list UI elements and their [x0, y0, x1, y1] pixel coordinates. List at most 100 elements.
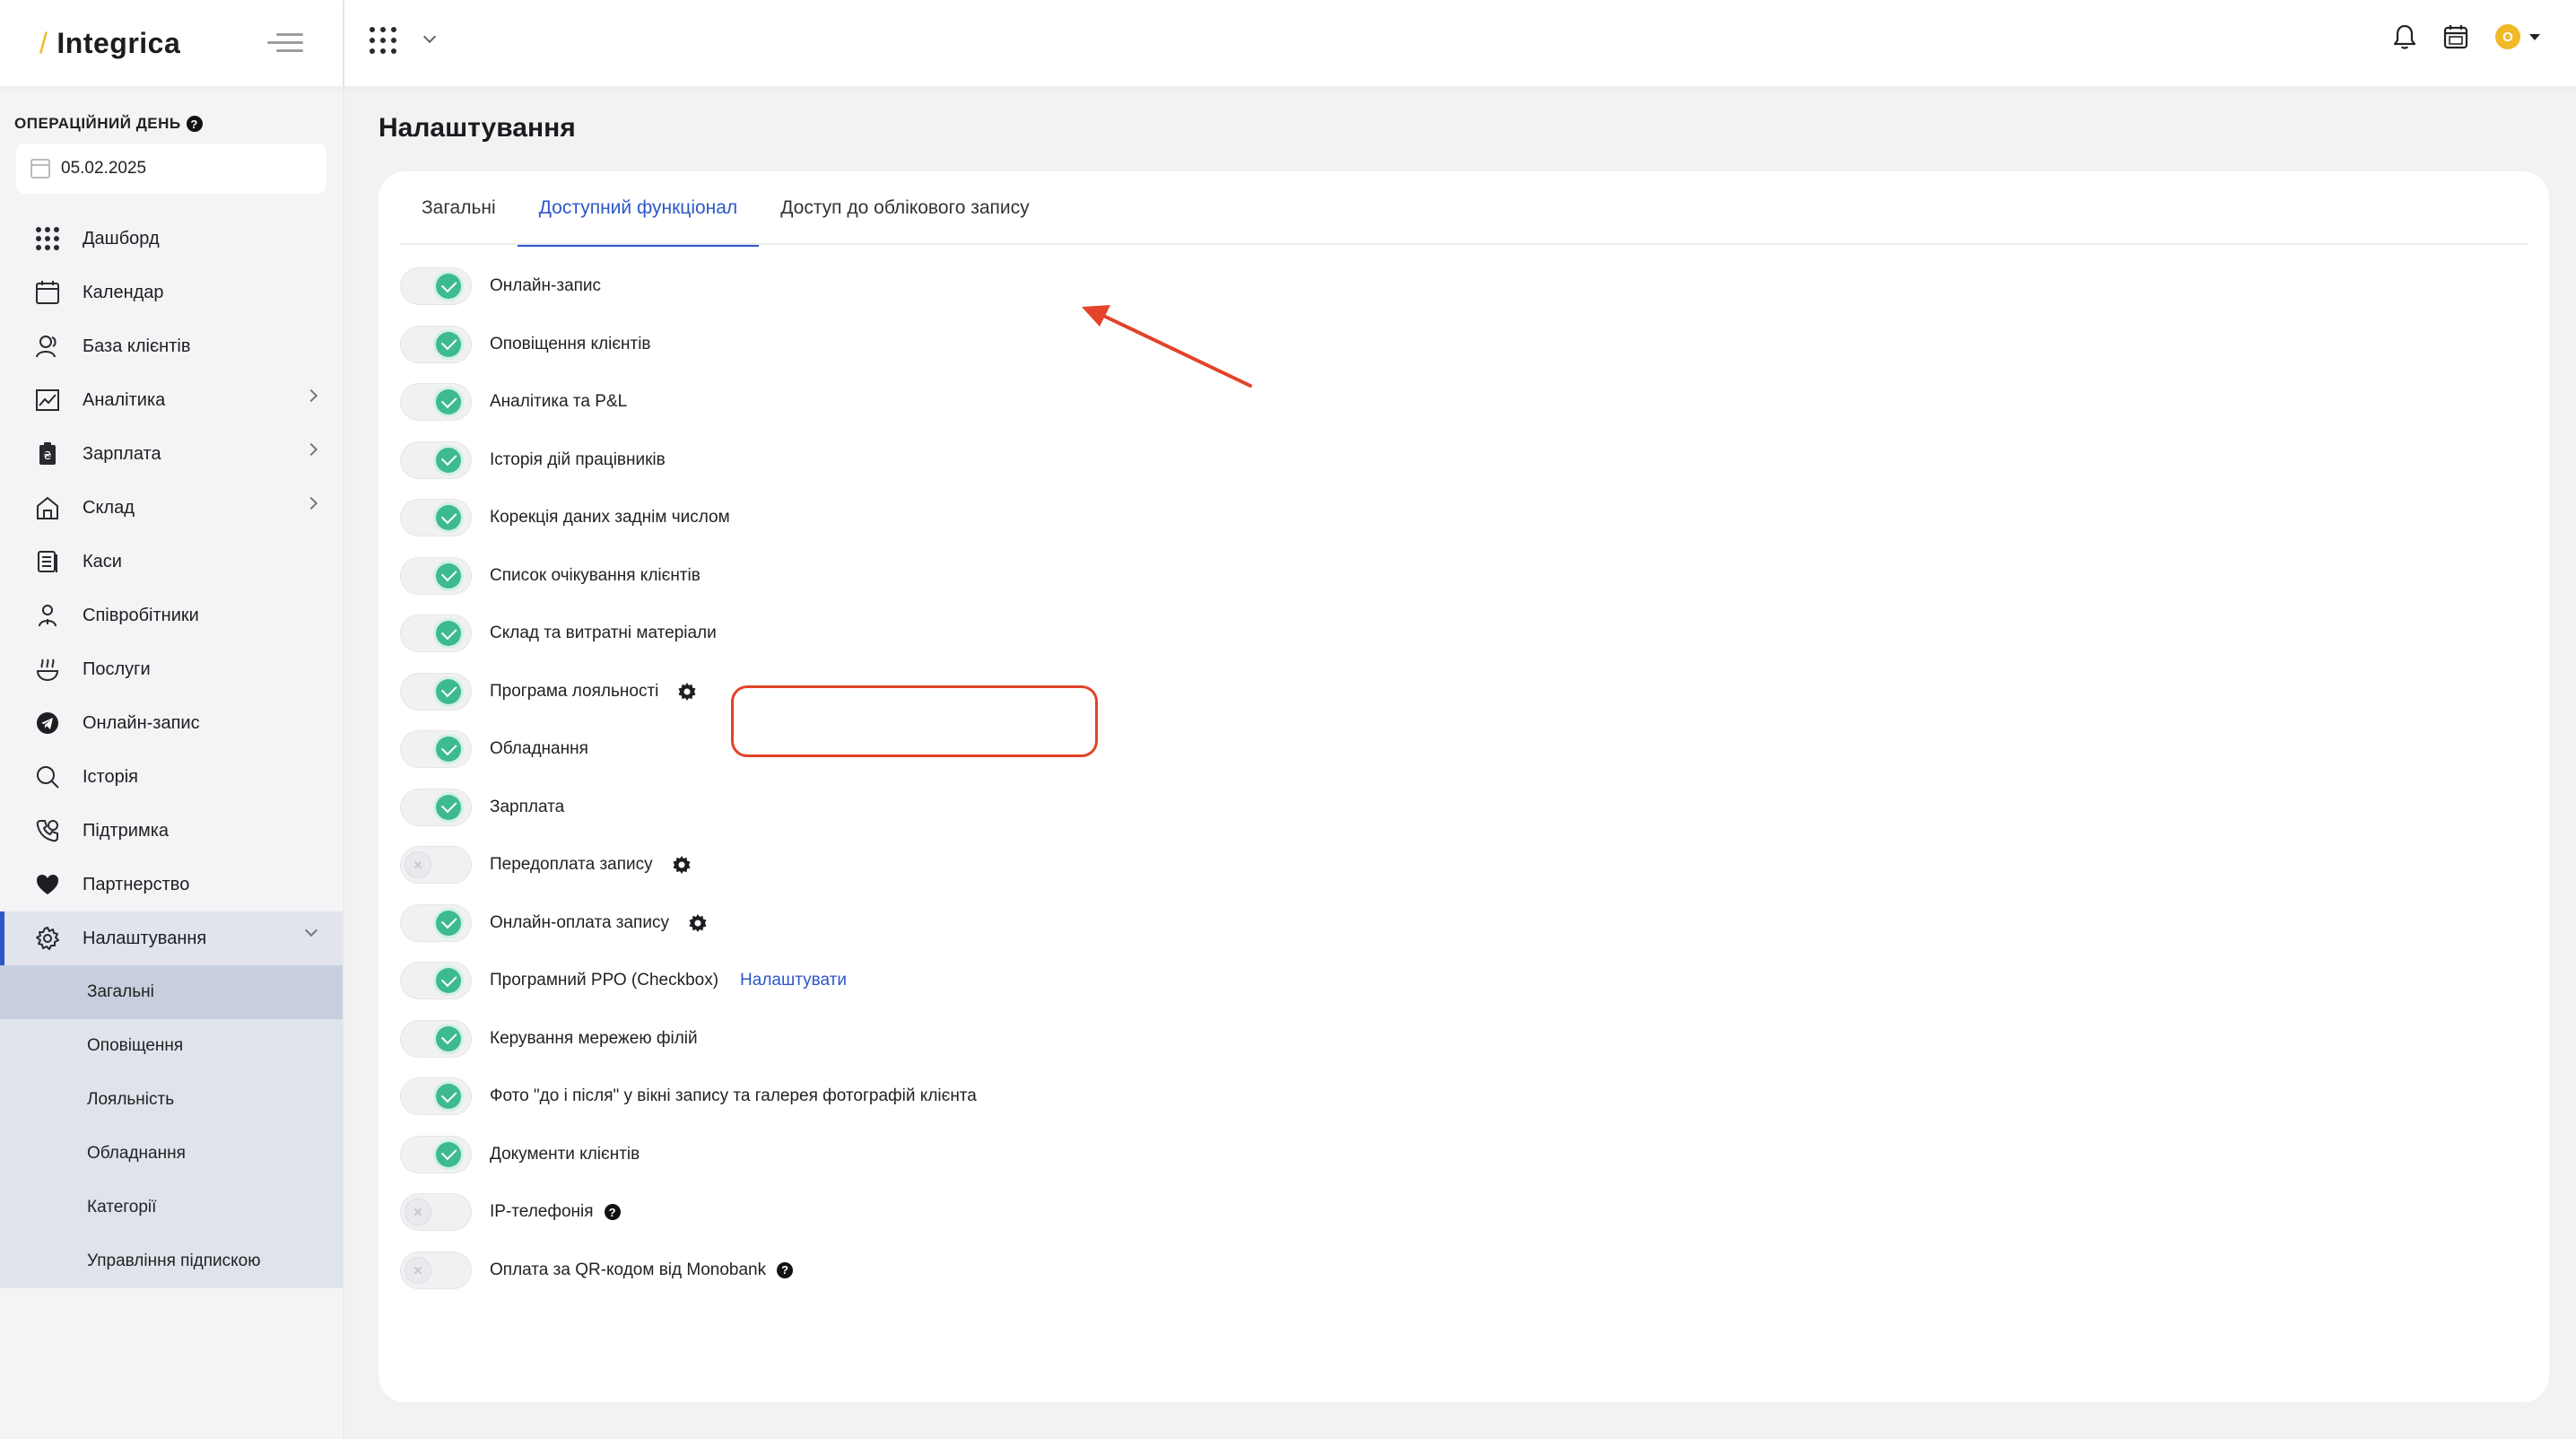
chevron-right-icon — [304, 496, 318, 510]
feature-row: Оплата за QR-кодом від Monobank? — [400, 1242, 977, 1300]
help-icon[interactable]: ? — [604, 1204, 621, 1221]
caret-down-icon[interactable] — [2529, 33, 2540, 40]
bell-icon[interactable] — [2393, 23, 2416, 50]
logo[interactable]: / Integrica — [39, 27, 180, 60]
feature-toggle[interactable] — [400, 962, 472, 1000]
configure-link[interactable]: Налаштувати — [740, 971, 847, 990]
feature-toggle[interactable] — [400, 672, 472, 711]
check-icon — [436, 331, 461, 357]
sidebar-item-cash[interactable]: Каси — [0, 535, 343, 589]
check-icon — [436, 563, 461, 589]
avatar[interactable]: O — [2495, 24, 2520, 49]
feature-toggle[interactable] — [400, 383, 472, 422]
feature-toggle[interactable] — [400, 788, 472, 826]
feature-row: Фото "до і після" у вікні запису та гале… — [400, 1068, 977, 1126]
check-icon — [436, 274, 461, 300]
sidebar-item-services[interactable]: Послуги — [0, 642, 343, 696]
chevron-down-icon[interactable] — [422, 30, 437, 44]
services-icon — [34, 656, 61, 683]
telegram-icon — [34, 710, 61, 737]
settings-subitem[interactable]: Загальні — [0, 965, 343, 1019]
svg-text:₴: ₴ — [43, 449, 51, 462]
gear-icon[interactable] — [678, 682, 696, 701]
sidebar-item-label: Історія — [83, 766, 139, 787]
sidebar-item-label: Дашборд — [83, 228, 160, 249]
cash-icon — [34, 548, 61, 575]
operational-date-input[interactable]: 05.02.2025 — [16, 144, 326, 194]
feature-label: Аналітика та P&L — [490, 392, 628, 412]
check-icon — [436, 505, 461, 531]
feature-row: Онлайн-запис — [400, 257, 977, 316]
feature-row: Зарплата — [400, 779, 977, 837]
grid-icon — [34, 225, 61, 252]
sidebar-item-label: Підтримка — [83, 820, 170, 841]
feature-toggle[interactable] — [400, 903, 472, 942]
feature-label: Корекція даних заднім числом — [490, 508, 730, 528]
feature-label: Оповіщення клієнтів — [490, 334, 651, 353]
check-icon — [436, 678, 461, 704]
calendar-icon[interactable] — [2443, 23, 2468, 50]
feature-toggle[interactable] — [400, 556, 472, 595]
tab-3[interactable]: Доступ до облікового запису — [759, 171, 1050, 245]
feature-row: Передоплата запису — [400, 836, 977, 894]
feature-toggle[interactable] — [400, 325, 472, 363]
feature-toggle[interactable] — [400, 1193, 472, 1232]
settings-submenu: Загальні Оповіщення Лояльність Обладнання Ка… — [0, 965, 343, 1288]
sidebar-item-support[interactable]: Підтримка — [0, 804, 343, 858]
sidebar-item-label: Зарплата — [83, 443, 161, 464]
sidebar-item-warehouse[interactable]: Склад — [0, 481, 343, 535]
settings-card: Загальні Доступний функціонал Доступ до об… — [379, 171, 2549, 1402]
check-icon — [436, 910, 461, 936]
sidebar-item-label: Аналітика — [83, 389, 166, 410]
feature-toggle[interactable] — [400, 1135, 472, 1173]
feature-label: Керування мережею філій — [490, 1028, 698, 1048]
sidebar-item-telegram[interactable]: Онлайн-запис — [0, 696, 343, 750]
sidebar-item-heart[interactable]: Партнерство — [0, 858, 343, 911]
page-title: Налаштування — [379, 113, 576, 143]
apps-grid-icon[interactable] — [370, 27, 396, 54]
sidebar-item-clients[interactable]: База клієнтів — [0, 319, 343, 373]
gear-icon[interactable] — [689, 913, 707, 932]
gear-icon — [34, 925, 61, 952]
help-icon[interactable]: ? — [186, 116, 203, 132]
settings-subitem[interactable]: Категорії — [0, 1181, 343, 1234]
feature-toggle[interactable] — [400, 615, 472, 653]
feature-label: Список очікування клієнтів — [490, 565, 701, 585]
features-list: Онлайн-запис Оповіщення клієнтів Аналітика… — [400, 257, 977, 1299]
feature-label: Зарплата — [490, 797, 565, 816]
sidebar-item-search[interactable]: Історія — [0, 750, 343, 804]
feature-row: Онлайн-оплата запису — [400, 894, 977, 953]
feature-label: Передоплата запису — [490, 855, 653, 875]
settings-subitem[interactable]: Лояльність — [0, 1073, 343, 1127]
sidebar-item-salary[interactable]: ₴ Зарплата — [0, 427, 343, 481]
settings-subitem[interactable]: Оповіщення — [0, 1019, 343, 1073]
feature-toggle[interactable] — [400, 1077, 472, 1116]
settings-subitem[interactable]: Обладнання — [0, 1127, 343, 1181]
check-icon — [436, 1141, 461, 1167]
feature-row: Аналітика та P&L — [400, 373, 977, 432]
feature-toggle[interactable] — [400, 730, 472, 769]
sidebar-item-grid[interactable]: Дашборд — [0, 212, 343, 266]
sidebar-item-label: Онлайн-запис — [83, 712, 200, 733]
feature-toggle[interactable] — [400, 1251, 472, 1289]
sidebar-item-label: База клієнтів — [83, 336, 191, 356]
settings-subitem[interactable]: Управління підпискою — [0, 1234, 343, 1288]
calendar-icon — [34, 279, 61, 306]
sidebar-item-chart[interactable]: Аналітика — [0, 373, 343, 427]
gear-icon[interactable] — [673, 856, 691, 875]
feature-toggle[interactable] — [400, 499, 472, 537]
tab-2[interactable]: Доступний функціонал — [517, 171, 760, 247]
collapse-menu-icon[interactable] — [267, 30, 303, 57]
sidebar-item-staff[interactable]: Співробітники — [0, 589, 343, 642]
sidebar-item-calendar[interactable]: Календар — [0, 266, 343, 319]
sidebar-item-gear[interactable]: Налаштування — [0, 911, 343, 965]
tab-1[interactable]: Загальні — [400, 171, 518, 245]
feature-toggle[interactable] — [400, 440, 472, 479]
feature-toggle[interactable] — [400, 267, 472, 306]
feature-row: Керування мережею філій — [400, 1010, 977, 1068]
feature-toggle[interactable] — [400, 1019, 472, 1058]
feature-toggle[interactable] — [400, 846, 472, 885]
feature-row: Склад та витратні матеріали — [400, 605, 977, 663]
help-icon[interactable]: ? — [777, 1261, 794, 1278]
feature-row: Список очікування клієнтів — [400, 547, 977, 606]
